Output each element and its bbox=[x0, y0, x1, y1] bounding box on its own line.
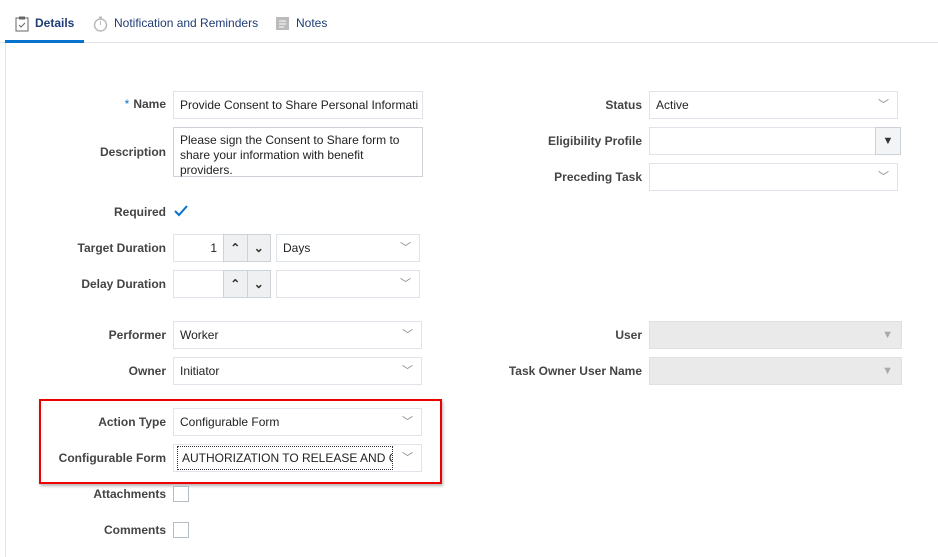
required-indicator: * bbox=[124, 97, 130, 111]
clipboard-icon bbox=[15, 16, 29, 32]
chevron-down-icon: ﹀ bbox=[400, 242, 411, 254]
delay-duration-label: Delay Duration bbox=[81, 277, 166, 291]
decrement-icon[interactable]: ⌄ bbox=[246, 235, 271, 261]
task-owner-label: Task Owner User Name bbox=[508, 364, 642, 378]
user-label: User bbox=[615, 328, 642, 342]
description-textarea[interactable]: Please sign the Consent to Share form to… bbox=[173, 127, 423, 177]
name-input[interactable]: Provide Consent to Share Personal Inform… bbox=[173, 91, 423, 119]
tab-label: Notes bbox=[296, 16, 328, 30]
select-value: Configurable Form bbox=[180, 415, 280, 429]
target-duration-unit-select[interactable]: Days ﹀ bbox=[276, 234, 420, 262]
dropdown-arrow-icon: ▼ bbox=[882, 365, 893, 377]
required-checkbox[interactable] bbox=[173, 203, 189, 219]
status-select[interactable]: Active ﹀ bbox=[649, 91, 898, 119]
comments-label: Comments bbox=[103, 523, 166, 537]
chevron-down-icon: ﹀ bbox=[402, 416, 413, 428]
required-label: Required bbox=[113, 205, 166, 219]
increment-icon[interactable]: ⌃ bbox=[224, 235, 247, 261]
content-border bbox=[5, 43, 6, 557]
delay-duration-stepper[interactable]: ⌃ ⌄ bbox=[223, 270, 271, 298]
select-value: Worker bbox=[180, 328, 219, 342]
delay-duration-input[interactable] bbox=[173, 270, 224, 298]
configurable-form-label: Configurable Form bbox=[58, 451, 166, 465]
select-value: Initiator bbox=[180, 364, 220, 378]
increment-icon[interactable]: ⌃ bbox=[224, 271, 247, 297]
note-icon bbox=[276, 17, 289, 30]
tab-notes[interactable]: Notes bbox=[276, 16, 327, 43]
name-label: * Name bbox=[60, 97, 166, 111]
delay-duration-unit-select[interactable]: ﹀ bbox=[276, 270, 420, 298]
preceding-task-label: Preceding Task bbox=[554, 170, 642, 184]
preceding-task-select[interactable]: ﹀ bbox=[649, 163, 898, 191]
select-value: Days bbox=[283, 241, 311, 255]
chevron-down-icon: ﹀ bbox=[878, 99, 889, 111]
tab-details[interactable]: Details bbox=[5, 16, 85, 43]
tab-label: Notification and Reminders bbox=[114, 16, 259, 30]
owner-select[interactable]: Initiator ﹀ bbox=[173, 357, 422, 385]
owner-label: Owner bbox=[128, 364, 166, 378]
dropdown-arrow-icon: ▼ bbox=[882, 329, 893, 341]
checkmark-icon bbox=[174, 205, 188, 217]
configurable-form-select[interactable]: AUTHORIZATION TO RELEASE AND C ﹀ bbox=[173, 444, 422, 472]
select-value: Active bbox=[656, 98, 689, 112]
task-owner-select[interactable]: ▼ bbox=[649, 357, 902, 385]
chevron-down-icon: ﹀ bbox=[402, 452, 413, 464]
chevron-down-icon: ﹀ bbox=[400, 278, 411, 290]
performer-select[interactable]: Worker ﹀ bbox=[173, 321, 422, 349]
performer-label: Performer bbox=[108, 328, 166, 342]
action-type-label: Action Type bbox=[98, 415, 166, 429]
tab-label: Details bbox=[35, 16, 75, 30]
status-label: Status bbox=[605, 98, 642, 112]
chevron-down-icon: ﹀ bbox=[402, 365, 413, 377]
chevron-down-icon: ﹀ bbox=[878, 171, 889, 183]
eligibility-profile-input[interactable] bbox=[649, 127, 876, 155]
comments-checkbox[interactable] bbox=[173, 522, 189, 538]
target-duration-label: Target Duration bbox=[77, 241, 166, 255]
target-duration-input[interactable]: 1 bbox=[173, 234, 224, 262]
chevron-down-icon: ﹀ bbox=[402, 329, 413, 341]
action-type-select[interactable]: Configurable Form ﹀ bbox=[173, 408, 422, 436]
tab-notification-and-reminders[interactable]: Notification and Reminders bbox=[93, 16, 258, 43]
eligibility-profile-label: Eligibility Profile bbox=[547, 134, 642, 148]
select-value: AUTHORIZATION TO RELEASE AND C bbox=[177, 446, 393, 470]
target-duration-stepper[interactable]: ⌃ ⌄ bbox=[223, 234, 271, 262]
name-label-text: Name bbox=[133, 97, 166, 111]
tab-bar: Details Notification and Reminders Notes bbox=[0, 0, 938, 43]
eligibility-dropdown-button[interactable]: ▼ bbox=[875, 127, 901, 155]
attachments-checkbox[interactable] bbox=[173, 486, 189, 502]
user-select[interactable]: ▼ bbox=[649, 321, 902, 349]
attachments-label: Attachments bbox=[93, 487, 166, 501]
stopwatch-icon bbox=[93, 16, 108, 32]
description-label: Description bbox=[99, 145, 166, 159]
decrement-icon[interactable]: ⌄ bbox=[246, 271, 271, 297]
